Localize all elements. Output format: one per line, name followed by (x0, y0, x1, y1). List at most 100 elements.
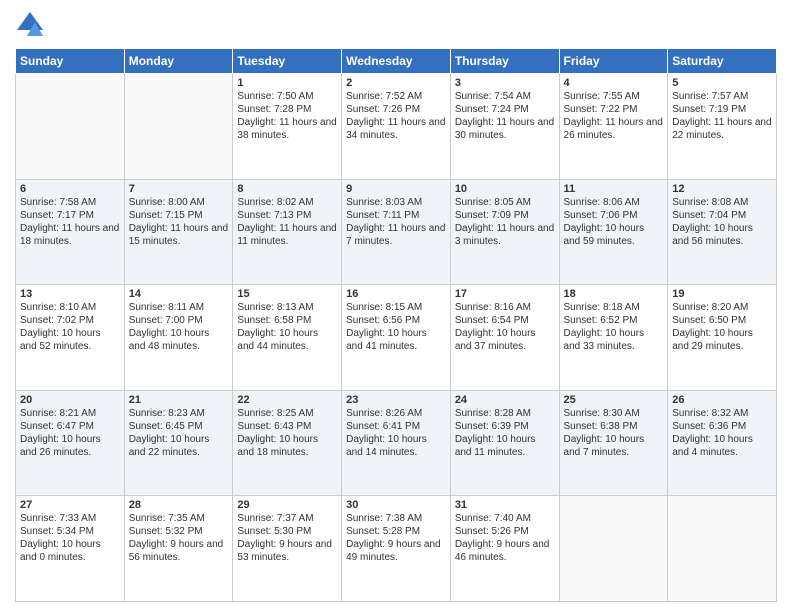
calendar-body: 1Sunrise: 7:50 AM Sunset: 7:28 PM Daylig… (16, 74, 777, 602)
day-info: Sunrise: 8:03 AM Sunset: 7:11 PM Dayligh… (346, 196, 446, 248)
day-cell: 15Sunrise: 8:13 AM Sunset: 6:58 PM Dayli… (233, 285, 342, 391)
weekday-header-tuesday: Tuesday (233, 49, 342, 74)
day-info: Sunrise: 7:40 AM Sunset: 5:26 PM Dayligh… (455, 512, 555, 564)
day-info: Sunrise: 8:06 AM Sunset: 7:06 PM Dayligh… (564, 196, 664, 248)
day-cell: 22Sunrise: 8:25 AM Sunset: 6:43 PM Dayli… (233, 390, 342, 496)
day-number: 28 (129, 499, 229, 511)
day-info: Sunrise: 7:35 AM Sunset: 5:32 PM Dayligh… (129, 512, 229, 564)
weekday-header-monday: Monday (124, 49, 233, 74)
day-info: Sunrise: 8:11 AM Sunset: 7:00 PM Dayligh… (129, 301, 229, 353)
calendar-table: SundayMondayTuesdayWednesdayThursdayFrid… (15, 48, 777, 602)
day-number: 19 (672, 288, 772, 300)
day-number: 24 (455, 394, 555, 406)
day-info: Sunrise: 8:08 AM Sunset: 7:04 PM Dayligh… (672, 196, 772, 248)
day-cell (559, 496, 668, 602)
day-info: Sunrise: 7:37 AM Sunset: 5:30 PM Dayligh… (237, 512, 337, 564)
day-cell: 16Sunrise: 8:15 AM Sunset: 6:56 PM Dayli… (342, 285, 451, 391)
day-cell: 23Sunrise: 8:26 AM Sunset: 6:41 PM Dayli… (342, 390, 451, 496)
day-number: 4 (564, 77, 664, 89)
day-cell: 2Sunrise: 7:52 AM Sunset: 7:26 PM Daylig… (342, 74, 451, 180)
day-number: 6 (20, 183, 120, 195)
day-cell: 29Sunrise: 7:37 AM Sunset: 5:30 PM Dayli… (233, 496, 342, 602)
day-info: Sunrise: 8:25 AM Sunset: 6:43 PM Dayligh… (237, 407, 337, 459)
day-info: Sunrise: 8:30 AM Sunset: 6:38 PM Dayligh… (564, 407, 664, 459)
day-cell: 26Sunrise: 8:32 AM Sunset: 6:36 PM Dayli… (668, 390, 777, 496)
day-number: 11 (564, 183, 664, 195)
day-info: Sunrise: 8:15 AM Sunset: 6:56 PM Dayligh… (346, 301, 446, 353)
day-number: 21 (129, 394, 229, 406)
day-number: 18 (564, 288, 664, 300)
week-row-5: 27Sunrise: 7:33 AM Sunset: 5:34 PM Dayli… (16, 496, 777, 602)
day-info: Sunrise: 7:50 AM Sunset: 7:28 PM Dayligh… (237, 90, 337, 142)
day-number: 10 (455, 183, 555, 195)
day-info: Sunrise: 8:13 AM Sunset: 6:58 PM Dayligh… (237, 301, 337, 353)
weekday-header-saturday: Saturday (668, 49, 777, 74)
day-cell: 12Sunrise: 8:08 AM Sunset: 7:04 PM Dayli… (668, 179, 777, 285)
day-number: 14 (129, 288, 229, 300)
day-info: Sunrise: 8:28 AM Sunset: 6:39 PM Dayligh… (455, 407, 555, 459)
day-info: Sunrise: 8:21 AM Sunset: 6:47 PM Dayligh… (20, 407, 120, 459)
day-cell: 24Sunrise: 8:28 AM Sunset: 6:39 PM Dayli… (450, 390, 559, 496)
day-cell: 21Sunrise: 8:23 AM Sunset: 6:45 PM Dayli… (124, 390, 233, 496)
week-row-3: 13Sunrise: 8:10 AM Sunset: 7:02 PM Dayli… (16, 285, 777, 391)
day-number: 20 (20, 394, 120, 406)
day-cell: 31Sunrise: 7:40 AM Sunset: 5:26 PM Dayli… (450, 496, 559, 602)
day-number: 8 (237, 183, 337, 195)
week-row-1: 1Sunrise: 7:50 AM Sunset: 7:28 PM Daylig… (16, 74, 777, 180)
day-number: 23 (346, 394, 446, 406)
day-info: Sunrise: 8:00 AM Sunset: 7:15 PM Dayligh… (129, 196, 229, 248)
day-number: 12 (672, 183, 772, 195)
weekday-header-sunday: Sunday (16, 49, 125, 74)
day-number: 7 (129, 183, 229, 195)
day-info: Sunrise: 7:38 AM Sunset: 5:28 PM Dayligh… (346, 512, 446, 564)
day-info: Sunrise: 7:57 AM Sunset: 7:19 PM Dayligh… (672, 90, 772, 142)
weekday-header-wednesday: Wednesday (342, 49, 451, 74)
day-cell: 27Sunrise: 7:33 AM Sunset: 5:34 PM Dayli… (16, 496, 125, 602)
day-number: 5 (672, 77, 772, 89)
logo (15, 10, 47, 40)
day-number: 30 (346, 499, 446, 511)
day-info: Sunrise: 8:02 AM Sunset: 7:13 PM Dayligh… (237, 196, 337, 248)
day-cell: 25Sunrise: 8:30 AM Sunset: 6:38 PM Dayli… (559, 390, 668, 496)
day-cell: 1Sunrise: 7:50 AM Sunset: 7:28 PM Daylig… (233, 74, 342, 180)
week-row-4: 20Sunrise: 8:21 AM Sunset: 6:47 PM Dayli… (16, 390, 777, 496)
day-number: 9 (346, 183, 446, 195)
day-number: 26 (672, 394, 772, 406)
day-number: 16 (346, 288, 446, 300)
day-cell: 11Sunrise: 8:06 AM Sunset: 7:06 PM Dayli… (559, 179, 668, 285)
day-info: Sunrise: 7:58 AM Sunset: 7:17 PM Dayligh… (20, 196, 120, 248)
day-cell: 6Sunrise: 7:58 AM Sunset: 7:17 PM Daylig… (16, 179, 125, 285)
day-cell (16, 74, 125, 180)
day-info: Sunrise: 8:20 AM Sunset: 6:50 PM Dayligh… (672, 301, 772, 353)
page: SundayMondayTuesdayWednesdayThursdayFrid… (0, 0, 792, 612)
day-number: 22 (237, 394, 337, 406)
day-cell: 20Sunrise: 8:21 AM Sunset: 6:47 PM Dayli… (16, 390, 125, 496)
day-number: 25 (564, 394, 664, 406)
day-cell: 13Sunrise: 8:10 AM Sunset: 7:02 PM Dayli… (16, 285, 125, 391)
day-number: 13 (20, 288, 120, 300)
day-info: Sunrise: 8:26 AM Sunset: 6:41 PM Dayligh… (346, 407, 446, 459)
day-cell: 18Sunrise: 8:18 AM Sunset: 6:52 PM Dayli… (559, 285, 668, 391)
weekday-header-thursday: Thursday (450, 49, 559, 74)
day-info: Sunrise: 7:54 AM Sunset: 7:24 PM Dayligh… (455, 90, 555, 142)
day-cell (124, 74, 233, 180)
day-info: Sunrise: 8:16 AM Sunset: 6:54 PM Dayligh… (455, 301, 555, 353)
day-cell: 8Sunrise: 8:02 AM Sunset: 7:13 PM Daylig… (233, 179, 342, 285)
week-row-2: 6Sunrise: 7:58 AM Sunset: 7:17 PM Daylig… (16, 179, 777, 285)
day-cell: 9Sunrise: 8:03 AM Sunset: 7:11 PM Daylig… (342, 179, 451, 285)
weekday-row: SundayMondayTuesdayWednesdayThursdayFrid… (16, 49, 777, 74)
day-number: 31 (455, 499, 555, 511)
day-cell: 7Sunrise: 8:00 AM Sunset: 7:15 PM Daylig… (124, 179, 233, 285)
day-cell: 17Sunrise: 8:16 AM Sunset: 6:54 PM Dayli… (450, 285, 559, 391)
day-number: 1 (237, 77, 337, 89)
weekday-header-friday: Friday (559, 49, 668, 74)
day-number: 27 (20, 499, 120, 511)
header (15, 10, 777, 40)
day-cell: 10Sunrise: 8:05 AM Sunset: 7:09 PM Dayli… (450, 179, 559, 285)
day-info: Sunrise: 7:55 AM Sunset: 7:22 PM Dayligh… (564, 90, 664, 142)
day-number: 17 (455, 288, 555, 300)
day-number: 3 (455, 77, 555, 89)
day-info: Sunrise: 8:18 AM Sunset: 6:52 PM Dayligh… (564, 301, 664, 353)
day-cell: 4Sunrise: 7:55 AM Sunset: 7:22 PM Daylig… (559, 74, 668, 180)
day-info: Sunrise: 8:10 AM Sunset: 7:02 PM Dayligh… (20, 301, 120, 353)
